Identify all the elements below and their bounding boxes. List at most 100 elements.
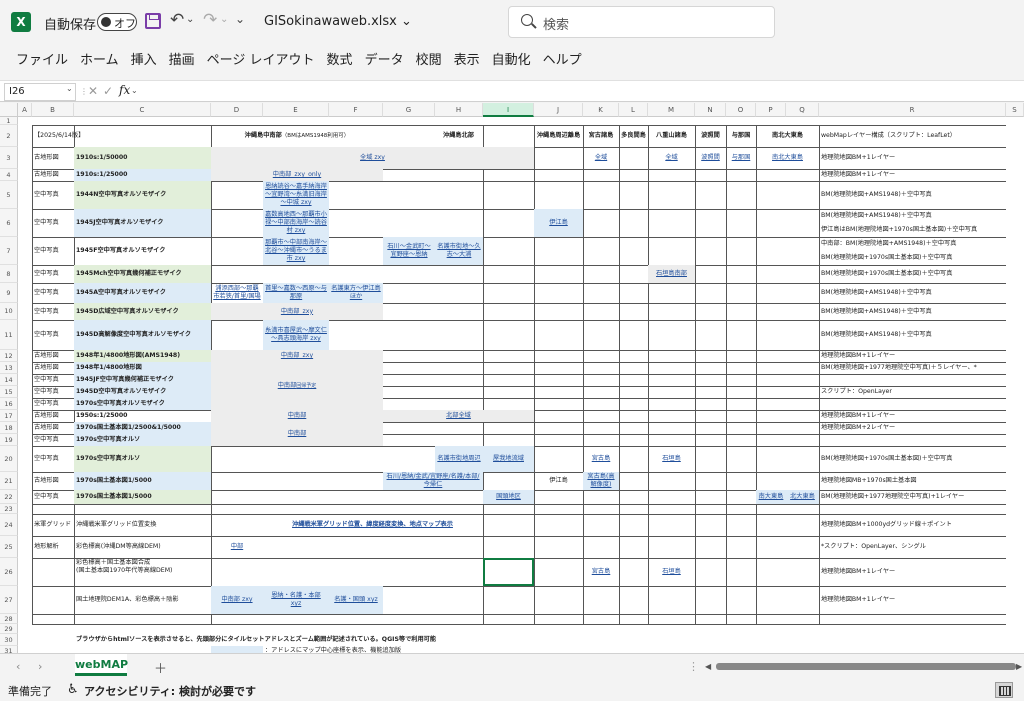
save-icon[interactable] [145, 13, 161, 29]
redo-icon[interactable]: ↷ [203, 10, 217, 30]
enter-icon[interactable]: ✓ [103, 84, 113, 98]
column-header-o[interactable]: O [726, 103, 756, 117]
row-header-8[interactable]: 8 [0, 265, 18, 283]
scroll-right-icon[interactable]: ▶ [1016, 662, 1022, 671]
row-header-12[interactable]: 12 [0, 350, 18, 362]
map-link-r3_daito[interactable]: 南北大東島 [756, 147, 819, 169]
map-link-r5_cs[interactable]: 恩納読谷～嘉手納海岸～宜野湾～糸満旧海岸～中城 zxy [263, 181, 329, 209]
map-link-r6_cs[interactable]: 嘉数高地西～那覇市小禄～中部南海岸～読谷村 zxy [263, 209, 329, 237]
row-header-30[interactable]: 30 [0, 634, 18, 646]
prev-sheet-icon[interactable]: ‹ [16, 660, 20, 673]
row-header-3[interactable]: 3 [0, 147, 18, 169]
map-link-r8_yaeyama[interactable]: 石垣島南部 [648, 265, 695, 283]
autosave-toggle[interactable]: オフ [97, 13, 137, 31]
column-header-j[interactable]: J [534, 103, 583, 117]
map-link-r24_cs[interactable]: 沖縄戦米軍グリッド位置、緯度経度変換、地点マップ表示 [211, 514, 534, 536]
name-box-dropdown-icon[interactable]: ⌄ [66, 84, 73, 93]
map-link-r26_miyako[interactable]: 宮古島 [583, 558, 619, 586]
row-header-28[interactable]: 28 [0, 614, 18, 624]
search-box[interactable]: 検索 [508, 6, 775, 38]
map-link-r4_cs[interactable]: 中南部_zxy_only [211, 169, 383, 181]
map-link-r17_n[interactable]: 北部全域 [383, 410, 534, 422]
row-header-23[interactable]: 23 [0, 504, 18, 514]
column-header-l[interactable]: L [619, 103, 648, 117]
select-all-corner[interactable] [0, 103, 18, 117]
spreadsheet-grid[interactable]: A B C D E F G H I J K L M N O P Q R S 1 2 3 4 5 6 7 8 9 10 11 12 13 14 15… [0, 103, 1024, 653]
map-link-r18_cs[interactable]: 中南部 [211, 422, 383, 446]
insert-function-icon[interactable]: fx [119, 83, 130, 97]
horizontal-scrollbar[interactable] [716, 663, 1016, 670]
map-link-r3_miyako[interactable]: 全域 [583, 147, 619, 169]
menu-view[interactable]: 表示 [448, 44, 486, 78]
column-header-k[interactable]: K [583, 103, 619, 117]
map-link-r15_cs[interactable]: 中南部 回帰予定 [211, 362, 383, 410]
file-name[interactable]: GISokinawaweb.xlsx ⌄ [264, 14, 412, 29]
row-header-29[interactable]: 29 [0, 624, 18, 634]
map-link-r17_cs[interactable]: 中南部 [211, 410, 383, 422]
scroll-left-icon[interactable]: ◀ [705, 662, 711, 671]
menu-formulas[interactable]: 数式 [321, 44, 359, 78]
menu-page-layout[interactable]: ページ レイアウト [201, 44, 321, 78]
map-link-r9_f[interactable]: 名護東方～伊江島ほか [329, 283, 383, 303]
row-header-19[interactable]: 19 [0, 434, 18, 446]
undo-dropdown-icon[interactable]: ⌄ [186, 14, 194, 25]
add-sheet-icon[interactable]: ＋ [154, 658, 167, 677]
map-link-r22_q[interactable]: 北大東島 [786, 490, 819, 504]
accessibility-icon[interactable]: ♿ [67, 682, 79, 697]
row-header-25[interactable]: 25 [0, 536, 18, 558]
formula-expand-icon[interactable]: ⌄ [131, 86, 138, 95]
row-header-13[interactable]: 13 [0, 362, 18, 374]
menu-file[interactable]: ファイル [10, 44, 74, 78]
map-link-r9_e[interactable]: 首里～嘉数～西原～与那原 [263, 283, 329, 303]
map-link-r21_g[interactable]: 石川/恩納/金武/宜野座/名護/本部/今帰仁 [383, 472, 483, 490]
row-header-1[interactable]: 1 [0, 117, 18, 125]
row-header-31[interactable]: 31 [0, 646, 18, 653]
accessibility-status[interactable]: アクセシビリティ: 検討が必要です [84, 683, 256, 699]
row-header-11[interactable]: 11 [0, 320, 18, 350]
column-header-e[interactable]: E [263, 103, 329, 117]
menu-automate[interactable]: 自動化 [486, 44, 537, 78]
sheet-tab-webmap[interactable]: webMAP [75, 654, 128, 676]
row-header-14[interactable]: 14 [0, 374, 18, 386]
map-link-r3_all[interactable]: 全域 zxy [211, 147, 534, 169]
map-link-r22_p[interactable]: 南大東島 [756, 490, 786, 504]
map-link-r25_cs[interactable]: 中部 [211, 536, 263, 558]
map-link-r21_miyako[interactable]: 宮古島(高解像度) [583, 472, 619, 490]
map-link-r7_cs[interactable]: 那覇市～中部南海岸～北谷～沖縄市～うるま市 zxy [263, 237, 329, 265]
column-header-g[interactable]: G [383, 103, 435, 117]
column-header-n[interactable]: N [695, 103, 726, 117]
row-header-7[interactable]: 7 [0, 237, 18, 265]
map-link-r7_n1[interactable]: 石川～金武町～宜野座～恩納 [383, 237, 435, 265]
menu-draw[interactable]: 描画 [163, 44, 201, 78]
column-header-s[interactable]: S [1006, 103, 1024, 117]
next-sheet-icon[interactable]: › [38, 660, 42, 673]
menu-review[interactable]: 校閲 [410, 44, 448, 78]
map-link-r22_i[interactable]: 国頭地区 [483, 490, 534, 504]
map-link-r20_i[interactable]: 屋我地流域 [483, 446, 534, 472]
row-header-27[interactable]: 27 [0, 586, 18, 614]
selected-cell-i26[interactable] [483, 558, 534, 586]
column-header-p[interactable]: P [756, 103, 786, 117]
map-link-r3_yonaguni[interactable]: 与那国 [726, 147, 756, 169]
undo-icon[interactable]: ↶ [170, 10, 184, 30]
map-link-r9_d[interactable]: 浦添西部～那覇市若狭/首里/国場 [211, 283, 263, 303]
customize-toolbar-icon[interactable]: ⌄ [235, 12, 245, 26]
map-link-r27_f[interactable]: 名護・国頭 xyz [329, 586, 383, 614]
column-header-c[interactable]: C [74, 103, 211, 117]
map-link-r3_yaeyama[interactable]: 全域 [648, 147, 695, 169]
row-header-16[interactable]: 16 [0, 398, 18, 410]
row-header-5[interactable]: 5 [0, 181, 18, 209]
column-header-f[interactable]: F [329, 103, 383, 117]
map-link-r6_islands[interactable]: 伊江島 [534, 209, 583, 237]
row-header-26[interactable]: 26 [0, 558, 18, 586]
row-header-21[interactable]: 21 [0, 472, 18, 490]
menu-insert[interactable]: 挿入 [125, 44, 163, 78]
column-header-b[interactable]: B [32, 103, 74, 117]
row-header-9[interactable]: 9 [0, 283, 18, 303]
map-link-r13_cs[interactable]: 中南部_zxy [211, 350, 383, 362]
column-header-h[interactable]: H [435, 103, 483, 117]
row-header-22[interactable]: 22 [0, 490, 18, 504]
row-header-20[interactable]: 20 [0, 446, 18, 472]
row-header-18[interactable]: 18 [0, 422, 18, 434]
column-header-q[interactable]: Q [786, 103, 819, 117]
